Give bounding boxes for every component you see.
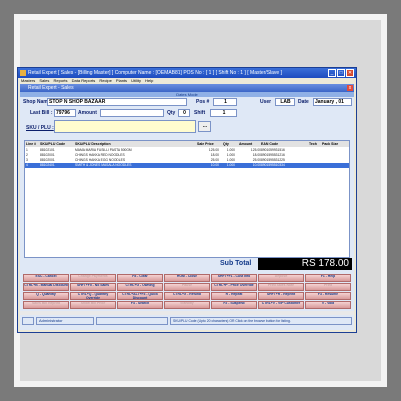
user-field[interactable]: LAB xyxy=(275,98,295,106)
menu-masters[interactable]: Masters xyxy=(21,78,35,83)
function-button-v-void[interactable]: V - Void xyxy=(305,301,351,309)
cell-amount: 10.00 xyxy=(252,163,261,167)
col-sku: SKU/PLU Code xyxy=(40,142,66,146)
form-title: Retail Expert - Sales xyxy=(28,85,74,91)
sku-input[interactable] xyxy=(54,120,196,133)
cell-sku: 88102401 xyxy=(40,163,55,167)
menu-help[interactable]: Help xyxy=(145,78,153,83)
user-label: User xyxy=(260,99,272,105)
function-button-shft-f5-no-sales[interactable]: SHFT+F5 - No Sales xyxy=(70,283,116,291)
cell-line: 4 xyxy=(26,163,28,167)
items-table: Line # SKU/PLU Code SKU/PLU Description … xyxy=(24,140,350,258)
col-amount: Amount xyxy=(239,142,253,146)
menu-recipe[interactable]: Recipe xyxy=(99,78,111,83)
function-button-sales-bill-reprint[interactable]: Sales Bill Reprint xyxy=(23,301,69,309)
window-title: Retail Expert [ Sales - [Billing Master]… xyxy=(28,70,282,76)
sales-form: Dates Mode Shop Name STOP N SHOP BAZAAR … xyxy=(20,92,354,330)
app-icon xyxy=(20,70,26,76)
function-button-f3-resume[interactable]: F3 - Resume xyxy=(305,292,351,300)
function-button-shft-f1-cust-info[interactable]: SHFT+F1 - Cust Info xyxy=(211,274,257,282)
status-empty-cell xyxy=(96,317,168,325)
table-header: Line # SKU/PLU Code SKU/PLU Description … xyxy=(25,141,349,147)
function-button-print-sales-note[interactable]: Print Sales Note xyxy=(258,283,304,291)
last-bill-label: Last Bill : xyxy=(30,110,53,116)
status-icon-cell xyxy=(22,317,34,325)
function-button-shft-r-reprint[interactable]: SHFT+R - Reprint xyxy=(258,292,304,300)
form-titlebar: Retail Expert - Sales x xyxy=(20,84,354,92)
window-titlebar[interactable]: Retail Expert [ Sales - [Billing Master]… xyxy=(18,68,356,78)
subtotal-amount: RS 178.00 xyxy=(258,258,352,270)
function-button-ctrl-b-manual-discount[interactable]: CTRL+B - Manual Discount xyxy=(23,283,69,291)
col-pack-size: Pack Size xyxy=(322,142,339,146)
menu-sales[interactable]: Sales xyxy=(39,78,49,83)
function-button-f1-help[interactable]: F1 - Help xyxy=(305,274,351,282)
cell-qty: 1.000 xyxy=(226,163,235,167)
shop-name-field[interactable]: STOP N SHOP BAZAAR xyxy=(47,98,187,106)
function-button-ctrl-v-vip-customer[interactable]: CTRL+V - VIP Customer xyxy=(258,301,304,309)
shift-field: 1 xyxy=(210,109,237,117)
last-bill-field: 79796 xyxy=(54,109,76,117)
menu-reports[interactable]: Reports xyxy=(54,78,68,83)
table-row[interactable]: 4 88102401 SMITH & JONES MASALA NOODLES 10.… xyxy=(25,163,349,168)
status-bar: Administrator SKU/PLU Code (Upto 20 char… xyxy=(20,316,354,326)
col-sale-price: Sale Price xyxy=(197,142,214,146)
function-button-f8-clear[interactable]: F8 - Clear xyxy=(117,274,163,282)
cell-description: SMITH & JONES MASALA NOODLES xyxy=(75,163,132,167)
date-label: Date xyxy=(298,99,309,105)
col-line: Line # xyxy=(26,142,37,146)
cell-ean: 8901595510334 xyxy=(261,163,285,167)
maximize-button[interactable]: □ xyxy=(337,69,345,77)
close-button[interactable]: ✕ xyxy=(346,69,354,77)
function-button-ctrl-p-price-override[interactable]: CTRL+P - Price Override xyxy=(211,283,257,291)
function-button-print[interactable]: Print xyxy=(305,283,351,291)
function-button-change-payments[interactable]: Change Payments xyxy=(70,274,116,282)
mode-header: Dates Mode xyxy=(20,92,354,97)
function-button-q-quantity[interactable]: Q - Quantity xyxy=(23,292,69,300)
menu-plants[interactable]: Plants xyxy=(116,78,127,83)
qty-label: Qty xyxy=(167,110,176,116)
col-description: SKU/PLU Description xyxy=(75,142,111,146)
function-button-f2-suspend[interactable]: F2 - Suspend xyxy=(211,301,257,309)
function-button-deposit[interactable]: Deposit xyxy=(258,274,304,282)
status-user-role: Administrator xyxy=(36,317,94,325)
function-button-r-repeat[interactable]: R - Repeat xyxy=(211,292,257,300)
function-button-standby[interactable]: Standby xyxy=(164,301,210,309)
function-button-ctrl-alt-f3-quick-discount[interactable]: CTRL+ALT+F3 - Quick Discount xyxy=(117,292,163,300)
function-button-pause[interactable]: Pause xyxy=(164,283,210,291)
pos-field[interactable]: 1 xyxy=(213,98,237,106)
horizontal-scrollbar[interactable] xyxy=(20,311,354,315)
function-button-ctrl-q-quantity-override[interactable]: CTRL+Q - Quantity Override xyxy=(70,292,116,300)
col-tech: Tech xyxy=(309,142,317,146)
sku-label: SKU / PLU : xyxy=(26,125,54,131)
date-field[interactable]: January , 01 xyxy=(313,98,352,106)
minimize-button[interactable]: _ xyxy=(328,69,336,77)
app-window: Retail Expert [ Sales - [Billing Master]… xyxy=(17,67,357,333)
amount-field xyxy=(100,109,164,117)
pos-label: Pos # xyxy=(196,99,210,105)
shift-label: Shift xyxy=(194,110,206,116)
function-button-show-bill-price[interactable]: Show Bill Price xyxy=(70,301,116,309)
function-button-ctrl-x-refund[interactable]: CTRL+X - Refund xyxy=(164,292,210,300)
subtotal-label: Sub Total xyxy=(220,260,252,267)
form-close-button[interactable]: x xyxy=(347,85,353,91)
cell-sale-price: 10.00 xyxy=(210,163,219,167)
function-button-hom-close[interactable]: HOM - Close xyxy=(164,274,210,282)
menu-utility[interactable]: Utility xyxy=(131,78,141,83)
qty-field[interactable]: 0 xyxy=(178,109,190,117)
function-button-ctrl-g-owning[interactable]: CTRL+G - Owning xyxy=(117,283,163,291)
col-qty: Qty xyxy=(223,142,229,146)
browse-button[interactable]: ... xyxy=(198,121,211,132)
col-ean: EAN Code xyxy=(261,142,279,146)
function-button-esc-cancel[interactable]: ESC - Cancel xyxy=(23,274,69,282)
amount-label: Amount xyxy=(78,110,97,116)
status-hint: SKU/PLU Code (Upto 20 characters) OR Cli… xyxy=(170,317,352,325)
function-button-f4-search[interactable]: F4 - Search xyxy=(117,301,163,309)
menu-data-reports[interactable]: Data Reports xyxy=(72,78,96,83)
